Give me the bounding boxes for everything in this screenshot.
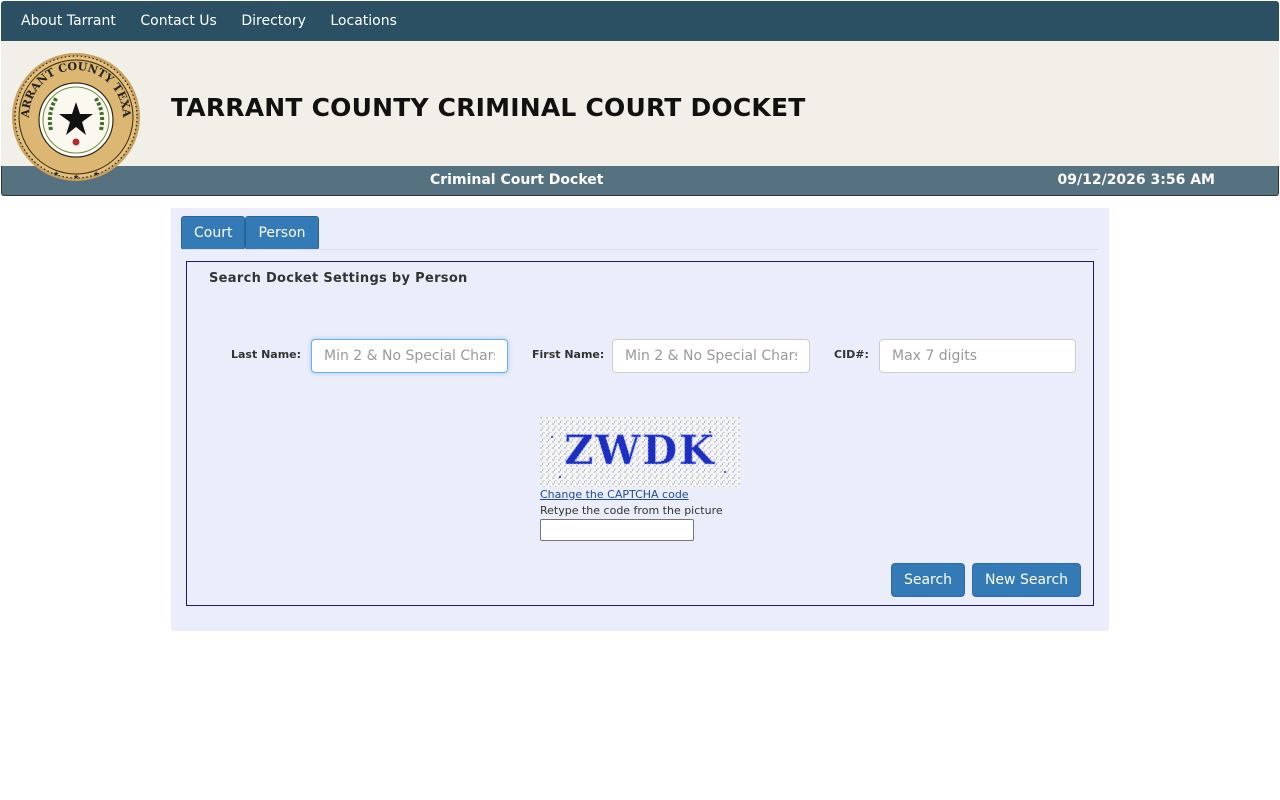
captcha-input[interactable] (540, 519, 694, 541)
subheader-title: Criminal Court Docket (430, 172, 604, 188)
header-banner: TARRANT COUNTY CRIMINAL COURT DOCKET (1, 41, 1279, 166)
person-search-form: Search Docket Settings by Person Last Na… (186, 261, 1094, 606)
captcha-help-text: Retype the code from the picture (540, 504, 723, 517)
new-search-button[interactable]: New Search (972, 563, 1081, 597)
nav-contact-us[interactable]: Contact Us (140, 13, 216, 29)
change-captcha-link[interactable]: Change the CAPTCHA code (540, 488, 689, 501)
search-tabs: Court Person (181, 216, 319, 250)
captcha-image: ZWDK (540, 417, 740, 487)
nav-locations[interactable]: Locations (330, 13, 397, 29)
svg-text:★: ★ (53, 170, 59, 178)
form-heading: Search Docket Settings by Person (209, 271, 468, 286)
first-name-label: First Name: (532, 348, 605, 361)
svg-text:★: ★ (73, 173, 79, 181)
last-name-label: Last Name: (231, 348, 302, 361)
cid-input[interactable] (879, 339, 1076, 373)
county-seal-logo: TARRANT COUNTY TEXAS ★ ★ ★ (11, 52, 140, 181)
cid-label: CID#: (834, 348, 869, 361)
current-datetime: 09/12/2026 3:56 AM (1057, 172, 1216, 188)
top-nav: About Tarrant Contact Us Directory Locat… (1, 1, 1279, 41)
tab-court[interactable]: Court (181, 216, 246, 250)
tabs-divider (181, 249, 1099, 250)
svg-text:★: ★ (93, 170, 99, 178)
search-button[interactable]: Search (891, 563, 965, 597)
search-panel: Court Person Search Docket Settings by P… (171, 208, 1109, 631)
nav-directory[interactable]: Directory (241, 13, 306, 29)
tab-person[interactable]: Person (245, 216, 319, 250)
first-name-input[interactable] (612, 339, 810, 373)
svg-text:ZWDK: ZWDK (564, 427, 716, 474)
last-name-input[interactable] (311, 339, 508, 373)
subheader-bar: Criminal Court Docket 09/12/2026 3:56 AM (1, 166, 1279, 196)
page-title: TARRANT COUNTY CRIMINAL COURT DOCKET (171, 93, 806, 122)
nav-about-tarrant[interactable]: About Tarrant (21, 13, 116, 29)
